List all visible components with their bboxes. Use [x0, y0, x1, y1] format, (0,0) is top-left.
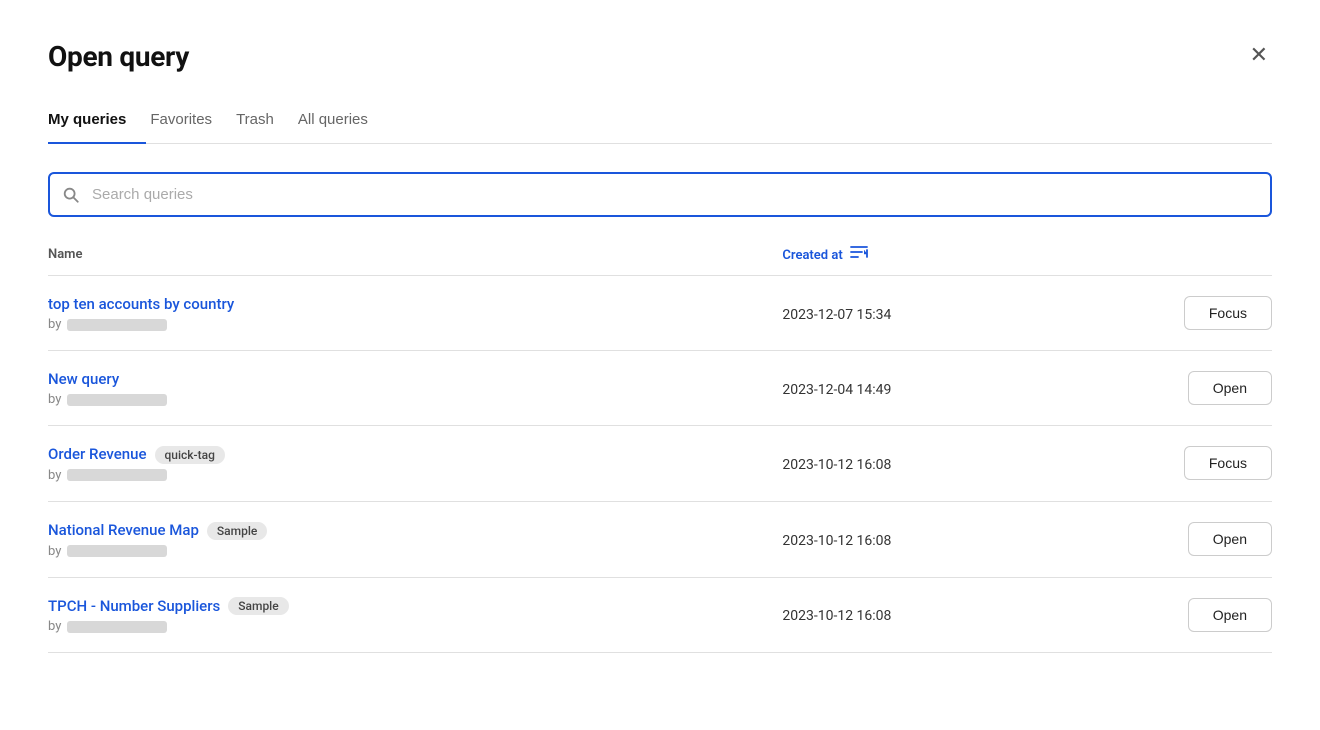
table-row: TPCH - Number Suppliers Sample by 2023-10-1… [48, 577, 1272, 653]
created-at-cell: 2023-10-12 16:08 [782, 426, 1088, 502]
query-name-link[interactable]: TPCH - Number Suppliers [48, 597, 220, 615]
created-at-value: 2023-12-07 15:34 [782, 307, 891, 323]
by-label: by [48, 392, 61, 407]
created-at-value: 2023-10-12 16:08 [782, 608, 891, 624]
close-button[interactable]: ✕ [1246, 40, 1272, 70]
col-header-name: Name [48, 245, 782, 276]
action-cell: Focus [1088, 276, 1272, 351]
name-cell: top ten accounts by country by [48, 276, 782, 351]
by-row: by [48, 317, 782, 332]
name-cell: New query by [48, 351, 782, 426]
open-button[interactable]: Open [1188, 598, 1272, 632]
table-row: Order Revenue quick-tag by 2023-10-12 16:08… [48, 426, 1272, 502]
table-body: top ten accounts by country by 2023-12-07 … [48, 276, 1272, 653]
query-tag: Sample [228, 597, 288, 615]
by-row: by [48, 544, 782, 559]
search-input[interactable] [48, 172, 1272, 217]
created-at-cell: 2023-10-12 16:08 [782, 501, 1088, 577]
tab-trash[interactable]: Trash [232, 101, 294, 144]
by-name-placeholder [67, 394, 167, 406]
open-button[interactable]: Open [1188, 371, 1272, 405]
table-row: National Revenue Map Sample by 2023-10-12 1… [48, 501, 1272, 577]
query-name-link[interactable]: New query [48, 370, 119, 388]
name-cell: Order Revenue quick-tag by [48, 426, 782, 502]
focus-button[interactable]: Focus [1184, 446, 1272, 480]
dialog-title: Open query [48, 40, 189, 73]
created-at-value: 2023-10-12 16:08 [782, 457, 891, 473]
created-at-value: 2023-12-04 14:49 [782, 382, 891, 398]
open-button[interactable]: Open [1188, 522, 1272, 556]
queries-table: Name Created at [48, 245, 1272, 653]
by-row: by [48, 392, 782, 407]
created-at-cell: 2023-10-12 16:08 [782, 577, 1088, 653]
col-header-action [1088, 245, 1272, 276]
col-header-created[interactable]: Created at [782, 245, 1088, 276]
close-icon: ✕ [1250, 44, 1268, 66]
name-cell: TPCH - Number Suppliers Sample by [48, 577, 782, 653]
tab-my-queries[interactable]: My queries [48, 101, 146, 144]
tab-all-queries[interactable]: All queries [294, 101, 388, 144]
query-name-link[interactable]: National Revenue Map [48, 521, 199, 539]
query-name-link[interactable]: top ten accounts by country [48, 295, 234, 313]
name-cell: National Revenue Map Sample by [48, 501, 782, 577]
created-at-cell: 2023-12-04 14:49 [782, 351, 1088, 426]
table-row: top ten accounts by country by 2023-12-07 … [48, 276, 1272, 351]
dialog-header: Open query ✕ [48, 40, 1272, 73]
by-label: by [48, 544, 61, 559]
action-cell: Open [1088, 501, 1272, 577]
table-header: Name Created at [48, 245, 1272, 276]
by-name-placeholder [67, 621, 167, 633]
by-name-placeholder [67, 469, 167, 481]
by-row: by [48, 619, 782, 634]
tab-bar: My queries Favorites Trash All queries [48, 101, 1272, 144]
action-cell: Focus [1088, 426, 1272, 502]
by-label: by [48, 619, 61, 634]
focus-button[interactable]: Focus [1184, 296, 1272, 330]
table-row: New query by 2023-12-04 14:49 Open [48, 351, 1272, 426]
query-tag: quick-tag [155, 446, 225, 464]
query-tag: Sample [207, 522, 267, 540]
sort-icon [850, 245, 868, 259]
by-row: by [48, 468, 782, 483]
by-name-placeholder [67, 545, 167, 557]
action-cell: Open [1088, 577, 1272, 653]
search-container [48, 172, 1272, 217]
by-label: by [48, 317, 61, 332]
by-label: by [48, 468, 61, 483]
created-at-cell: 2023-12-07 15:34 [782, 276, 1088, 351]
search-icon [62, 186, 80, 204]
query-name-link[interactable]: Order Revenue [48, 445, 147, 463]
tab-favorites[interactable]: Favorites [146, 101, 232, 144]
created-at-value: 2023-10-12 16:08 [782, 533, 891, 549]
by-name-placeholder [67, 319, 167, 331]
action-cell: Open [1088, 351, 1272, 426]
open-query-dialog: Open query ✕ My queries Favorites Trash … [0, 0, 1320, 730]
